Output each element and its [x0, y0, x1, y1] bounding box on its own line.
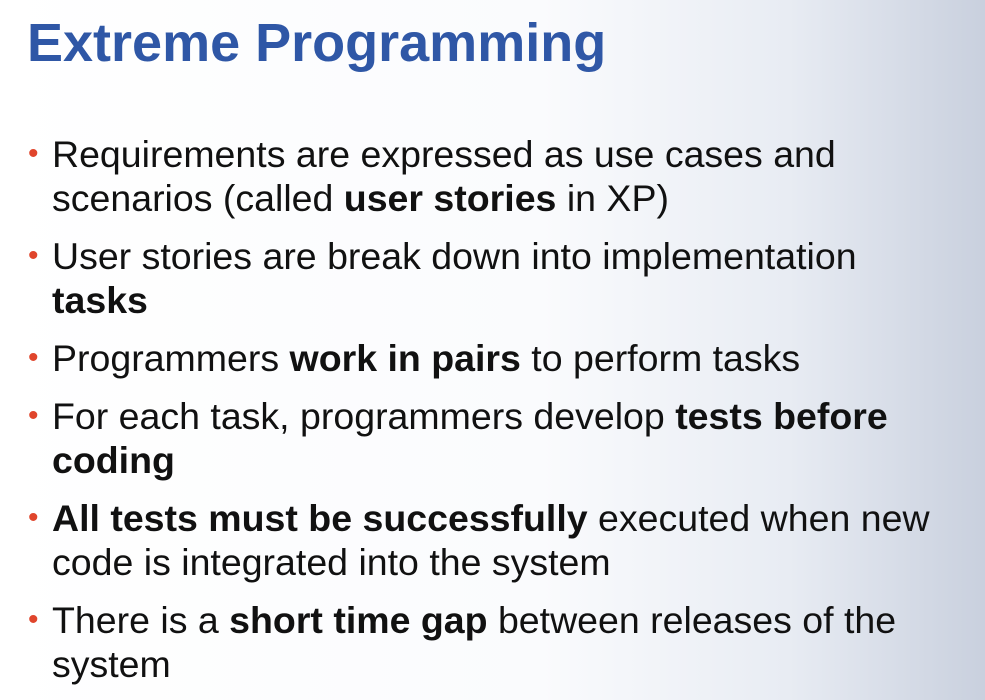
bullet-marker: •	[28, 137, 39, 170]
bullet-bold-text: tasks	[52, 279, 148, 321]
bullet-marker: •	[28, 501, 39, 534]
bullet-plain-text: in XP)	[556, 177, 669, 219]
bullet-marker: •	[28, 399, 39, 432]
bullet-item: • All tests must be successfully execute…	[28, 496, 958, 584]
bullet-marker: •	[28, 341, 39, 374]
bullet-plain-text: There is a	[52, 599, 230, 641]
bullet-item: • User stories are break down into imple…	[28, 234, 958, 322]
bullet-item: • Requirements are expressed as use case…	[28, 132, 958, 220]
bullet-item: • Programmers work in pairs to perform t…	[28, 336, 958, 380]
bullet-bold-text: user stories	[343, 177, 557, 219]
bullet-bold-text: All tests must be successfully	[52, 497, 588, 539]
bullet-plain-text: Programmers	[52, 337, 290, 379]
bullet-plain-text: User stories are break down into impleme…	[52, 235, 857, 277]
bullet-bold-text: work in pairs	[289, 337, 521, 379]
bullet-text: Requirements are expressed as use cases …	[52, 133, 836, 219]
bullet-plain-text: to perform tasks	[520, 337, 801, 379]
bullet-text: Programmers work in pairs to perform tas…	[52, 337, 800, 379]
bullet-text: There is a short time gap between releas…	[52, 599, 896, 685]
bullet-item: • There is a short time gap between rele…	[28, 598, 958, 686]
bullet-marker: •	[28, 603, 39, 636]
bullet-list: • Requirements are expressed as use case…	[28, 132, 958, 700]
slide: Extreme Programming • Requirements are e…	[0, 0, 985, 698]
bullet-text: All tests must be successfully executed …	[52, 497, 930, 583]
bullet-plain-text: For each task, programmers develop	[52, 395, 676, 437]
bullet-marker: •	[28, 239, 39, 272]
bullet-bold-text: short time gap	[229, 599, 488, 641]
bullet-text: For each task, programmers develop tests…	[52, 395, 888, 481]
bullet-item: • For each task, programmers develop tes…	[28, 394, 958, 482]
slide-title: Extreme Programming	[27, 13, 607, 73]
bullet-text: User stories are break down into impleme…	[52, 235, 857, 321]
